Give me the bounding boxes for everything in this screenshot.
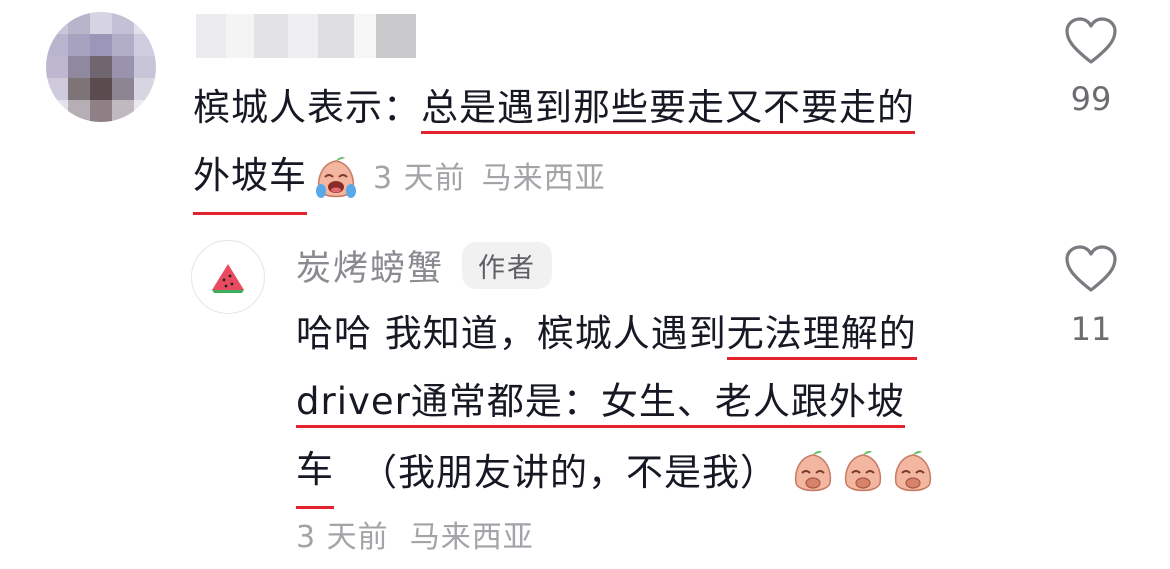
reply-line-2: driver通常都是：女生、老人跟外坡 — [296, 368, 996, 436]
comment-highlight-1: 总是遇到那些要走又不要走的 — [421, 86, 915, 134]
reply-author-avatar[interactable] — [191, 240, 265, 314]
reply-text-prefix: 哈哈 我知道，槟城人遇到 — [296, 312, 727, 355]
reply-text-driver: driver — [296, 380, 411, 428]
reply-highlight-2: 通常都是：女生、老人跟外坡 — [410, 380, 905, 428]
heart-outline-icon — [1065, 245, 1117, 292]
reply-line-1: 哈哈 我知道，槟城人遇到无法理解的 — [296, 300, 996, 368]
laughing-peach-emoji — [838, 449, 886, 497]
reply-location: 马来西亚 — [409, 520, 534, 555]
laughing-peach-emoji — [788, 449, 836, 497]
author-badge: 作者 — [462, 242, 553, 289]
commenter-name-blurred[interactable] — [196, 14, 416, 58]
reply-body: 哈哈 我知道，槟城人遇到无法理解的 driver通常都是：女生、老人跟外坡 车 … — [296, 300, 996, 509]
comment-text-prefix: 槟城人表示： — [193, 86, 421, 129]
crying-peach-emoji — [311, 155, 359, 203]
reply-header: 炭烤螃蟹 作者 — [296, 240, 553, 291]
heart-outline-icon — [1065, 17, 1117, 64]
comment-highlight-2: 外坡车 — [193, 142, 307, 215]
reply-line-3: 车 （我朋友讲的，不是我） — [296, 436, 996, 509]
reply-like-count: 11 — [1070, 310, 1112, 348]
commenter-avatar[interactable] — [46, 12, 156, 122]
reply-author-name[interactable]: 炭烤螃蟹 — [296, 240, 444, 291]
reply-time: 3 天前 — [296, 520, 389, 555]
reply-meta: 3 天前 马来西亚 — [296, 512, 534, 556]
comment-body: 槟城人表示：总是遇到那些要走又不要走的 外坡车 3 天前 马来西亚 — [193, 74, 1023, 215]
watermelon-icon — [212, 264, 244, 293]
reply-text-rest: （我朋友讲的，不是我） — [360, 450, 778, 494]
reply-highlight-3: 车 — [296, 436, 334, 509]
comment-like-count: 99 — [1070, 80, 1112, 118]
comment-line-1: 槟城人表示：总是遇到那些要走又不要走的 — [193, 74, 1023, 142]
comment-location: 马来西亚 — [481, 160, 606, 196]
comment-line-2: 外坡车 3 天前 马来西亚 — [193, 142, 1023, 215]
laughing-peach-emoji — [888, 449, 936, 497]
comment-time: 3 天前 — [373, 160, 466, 196]
reply-like-button[interactable] — [1061, 244, 1121, 298]
comment-like-button[interactable] — [1061, 16, 1121, 70]
reply-highlight-1: 无法理解的 — [726, 312, 917, 360]
